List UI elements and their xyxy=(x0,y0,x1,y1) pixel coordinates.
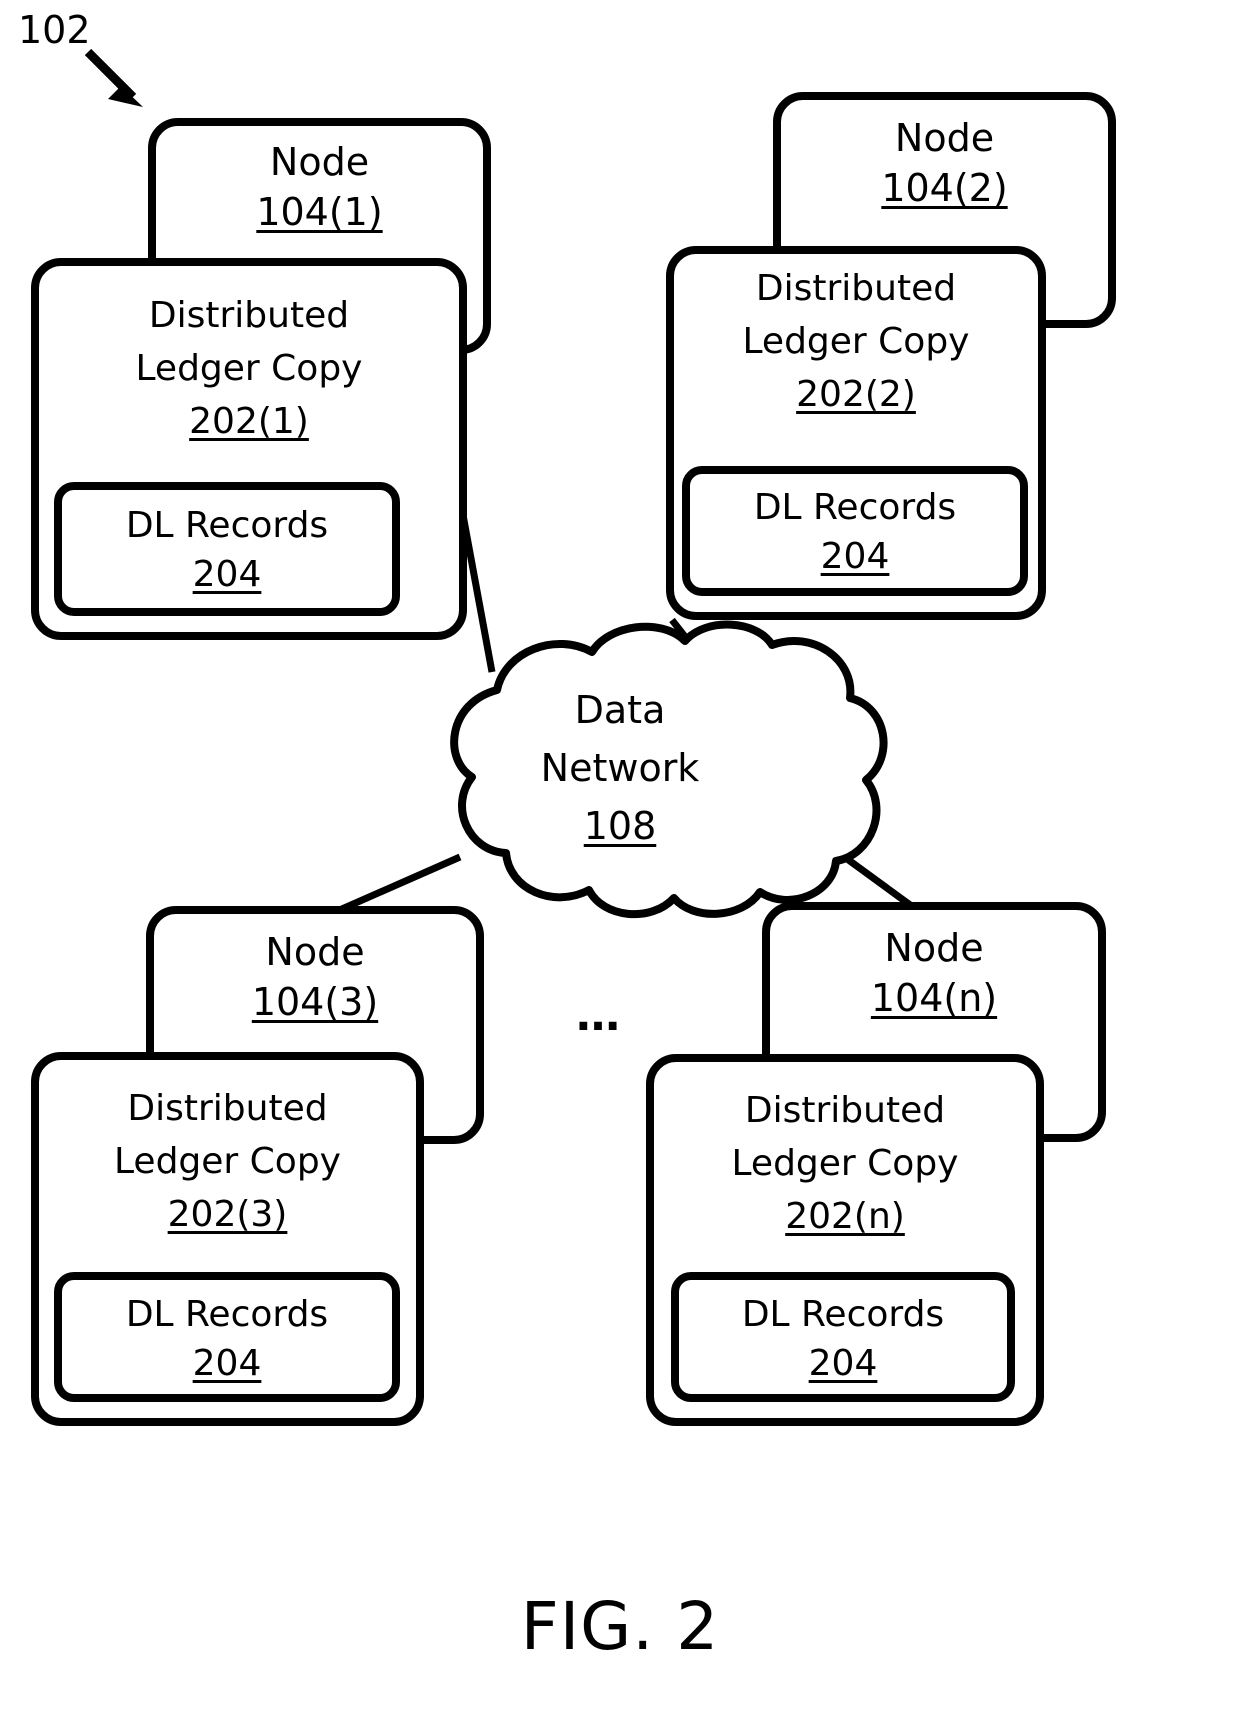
node-2-title: Node xyxy=(894,116,995,160)
system-reference-label: 102 xyxy=(18,8,91,52)
figure-caption: FIG. 2 xyxy=(520,1588,720,1665)
node-2-ledger-line2: Ledger Copy xyxy=(742,321,970,362)
node-3-records-title: DL Records xyxy=(125,1294,329,1335)
node-n-ledger-line2: Ledger Copy xyxy=(731,1143,959,1184)
node-2-records-ref: 204 xyxy=(820,536,890,577)
node-3-ledger-ref: 202(3) xyxy=(167,1194,288,1235)
more-nodes-ellipsis: … xyxy=(576,990,624,1041)
node-n-records-ref: 204 xyxy=(808,1343,878,1384)
network-label-line1: Data xyxy=(574,688,666,732)
node-2-records-title: DL Records xyxy=(753,487,957,528)
node-2-ledger-line1: Distributed xyxy=(755,268,957,309)
node-1-ledger-line2: Ledger Copy xyxy=(135,348,363,389)
diagram-shapes-layer xyxy=(31,48,1116,1426)
node-1-title: Node xyxy=(269,140,370,184)
figure-2-diagram: 102 Node 104(1) Distributed Ledger Copy … xyxy=(0,0,1240,1725)
node-n-records-title: DL Records xyxy=(741,1294,945,1335)
node-n-ref: 104(n) xyxy=(870,976,998,1020)
network-ref: 108 xyxy=(583,804,657,848)
node-2-ledger-ref: 202(2) xyxy=(796,374,916,415)
network-label-line2: Network xyxy=(540,746,700,790)
node-1-ref: 104(1) xyxy=(256,190,383,234)
node-2-ref: 104(2) xyxy=(881,166,1008,210)
node-3-ledger-line1: Distributed xyxy=(127,1088,328,1129)
node-3-title: Node xyxy=(265,930,365,974)
node-1-records-ref: 204 xyxy=(192,554,262,595)
node-1-ledger-line1: Distributed xyxy=(148,295,350,336)
node-n-ledger-ref: 202(n) xyxy=(785,1196,905,1237)
node-3-ref: 104(3) xyxy=(251,980,379,1024)
system-pointer-arrow xyxy=(84,48,143,107)
node-n-title: Node xyxy=(884,926,984,970)
node-n-ledger-line1: Distributed xyxy=(744,1090,946,1131)
node-1-records-title: DL Records xyxy=(125,505,329,546)
node-3-records-ref: 204 xyxy=(192,1343,262,1384)
node-3-ledger-line2: Ledger Copy xyxy=(114,1141,341,1182)
node-1-ledger-ref: 202(1) xyxy=(189,401,309,442)
